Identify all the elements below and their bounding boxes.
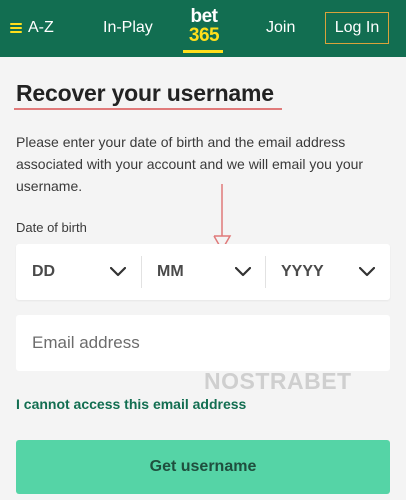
title-annotation-underline (14, 108, 282, 110)
a-z-menu-button[interactable]: A-Z (10, 16, 54, 40)
year-placeholder: YYYY (281, 263, 324, 280)
log-in-button[interactable]: Log In (325, 12, 389, 44)
chevron-down-icon (235, 267, 251, 277)
email-address-input[interactable] (16, 315, 390, 371)
cannot-access-email-link[interactable]: I cannot access this email address (16, 396, 246, 412)
in-play-link[interactable]: In-Play (103, 16, 153, 40)
page-title: Recover your username (16, 80, 274, 106)
chevron-down-icon (110, 267, 126, 277)
dob-divider (141, 256, 142, 288)
day-placeholder: DD (32, 263, 56, 280)
annotation-arrow-icon (213, 184, 232, 252)
intro-text: Please enter your date of birth and the … (16, 134, 364, 194)
date-of-birth-field: DD MM YYYY (16, 244, 390, 300)
logo-underline (183, 50, 223, 53)
logo-text-bet: bet (190, 6, 219, 27)
month-placeholder: MM (157, 263, 184, 280)
dob-divider (265, 256, 266, 288)
day-select[interactable]: DD (32, 244, 126, 300)
join-link[interactable]: Join (266, 16, 295, 40)
nostrabet-watermark: NOSTRABET (204, 368, 352, 394)
get-username-button[interactable]: Get username (16, 440, 390, 494)
logo-text-365: 365 (188, 25, 220, 46)
chevron-down-icon (359, 267, 375, 277)
hamburger-menu-icon (10, 23, 22, 33)
month-select[interactable]: MM (157, 244, 251, 300)
bet365-logo[interactable]: bet 365 (182, 7, 226, 51)
date-of-birth-label: Date of birth (16, 220, 87, 235)
a-z-label: A-Z (28, 19, 54, 36)
year-select[interactable]: YYYY (281, 244, 375, 300)
top-navigation-bar: A-Z In-Play bet 365 Join Log In (0, 0, 406, 57)
